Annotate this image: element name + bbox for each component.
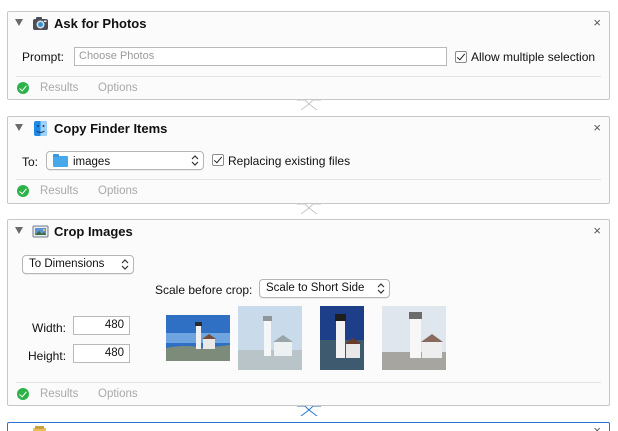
crop-mode-popup[interactable]: To Dimensions — [22, 255, 134, 274]
results-tab[interactable]: Results — [40, 388, 78, 400]
popup-stepper-icon — [121, 259, 129, 270]
close-icon[interactable]: × — [593, 121, 601, 135]
results-tab[interactable]: Results — [40, 82, 78, 94]
action-icon — [33, 426, 46, 431]
height-label: Height: — [28, 349, 67, 363]
allow-multiple-label: Allow multiple selection — [471, 50, 596, 64]
close-icon[interactable]: × — [593, 224, 601, 238]
divider — [16, 382, 601, 383]
disclosure-triangle-icon[interactable] — [15, 227, 23, 234]
disclosure-triangle-icon[interactable] — [15, 124, 23, 131]
popup-stepper-icon — [377, 283, 385, 294]
action-ask-for-photos[interactable]: Ask for Photos × Prompt: Choose Photos A… — [7, 11, 610, 100]
thumbnail-image — [382, 306, 446, 370]
scale-popup[interactable]: Scale to Short Side — [259, 279, 390, 298]
folder-icon — [53, 154, 68, 167]
to-label: To: — [22, 155, 39, 169]
disclosure-triangle-icon[interactable] — [15, 19, 23, 26]
close-icon[interactable]: × — [593, 424, 601, 431]
action-next-selected[interactable]: × — [7, 422, 610, 431]
divider — [16, 76, 601, 77]
replacing-label: Replacing existing files — [228, 154, 351, 168]
photos-icon — [33, 17, 48, 30]
results-tab[interactable]: Results — [40, 185, 78, 197]
status-ok-icon — [17, 185, 29, 197]
thumbnail-image — [166, 315, 230, 361]
finder-icon — [34, 121, 47, 136]
preview-icon — [32, 225, 49, 238]
status-ok-icon — [17, 388, 29, 400]
prompt-label: Prompt: — [22, 50, 65, 64]
options-tab[interactable]: Options — [98, 82, 138, 94]
prompt-input[interactable]: Choose Photos — [74, 47, 447, 66]
divider — [16, 179, 601, 180]
action-header: Copy Finder Items × — [8, 117, 609, 141]
action-title: Ask for Photos — [54, 16, 147, 31]
destination-value: images — [73, 156, 111, 168]
scale-value: Scale to Short Side — [266, 282, 365, 294]
scale-before-crop-label: Scale before crop: — [155, 283, 253, 297]
action-header: Ask for Photos × — [8, 12, 609, 36]
allow-multiple-checkbox[interactable] — [455, 51, 467, 63]
status-ok-icon — [17, 82, 29, 94]
action-title: Crop Images — [54, 224, 133, 239]
action-connector-icon — [297, 100, 321, 110]
options-tab[interactable]: Options — [98, 388, 138, 400]
width-input[interactable]: 480 — [73, 316, 130, 335]
crop-mode-value: To Dimensions — [29, 258, 105, 270]
options-tab[interactable]: Options — [98, 185, 138, 197]
destination-popup[interactable]: images — [46, 151, 204, 170]
height-input[interactable]: 480 — [73, 344, 130, 363]
action-footer: Results Options — [8, 385, 609, 405]
action-connector-icon — [297, 204, 321, 214]
action-footer: Results Options — [8, 182, 609, 202]
popup-stepper-icon — [191, 155, 199, 166]
width-label: Width: — [32, 321, 67, 335]
action-connector-icon — [297, 406, 321, 416]
action-copy-finder-items[interactable]: Copy Finder Items × To: images Replacing… — [7, 116, 610, 204]
close-icon[interactable]: × — [593, 16, 601, 30]
action-footer: Results Options — [8, 79, 609, 99]
workflow-canvas: Ask for Photos × Prompt: Choose Photos A… — [0, 0, 618, 431]
action-crop-images[interactable]: Crop Images × To Dimensions Scale before… — [7, 219, 610, 406]
replacing-checkbox[interactable] — [212, 154, 224, 166]
action-header: Crop Images × — [8, 220, 609, 244]
action-title: Copy Finder Items — [54, 121, 168, 136]
thumbnail-image — [320, 306, 364, 370]
thumbnail-image — [238, 306, 302, 370]
